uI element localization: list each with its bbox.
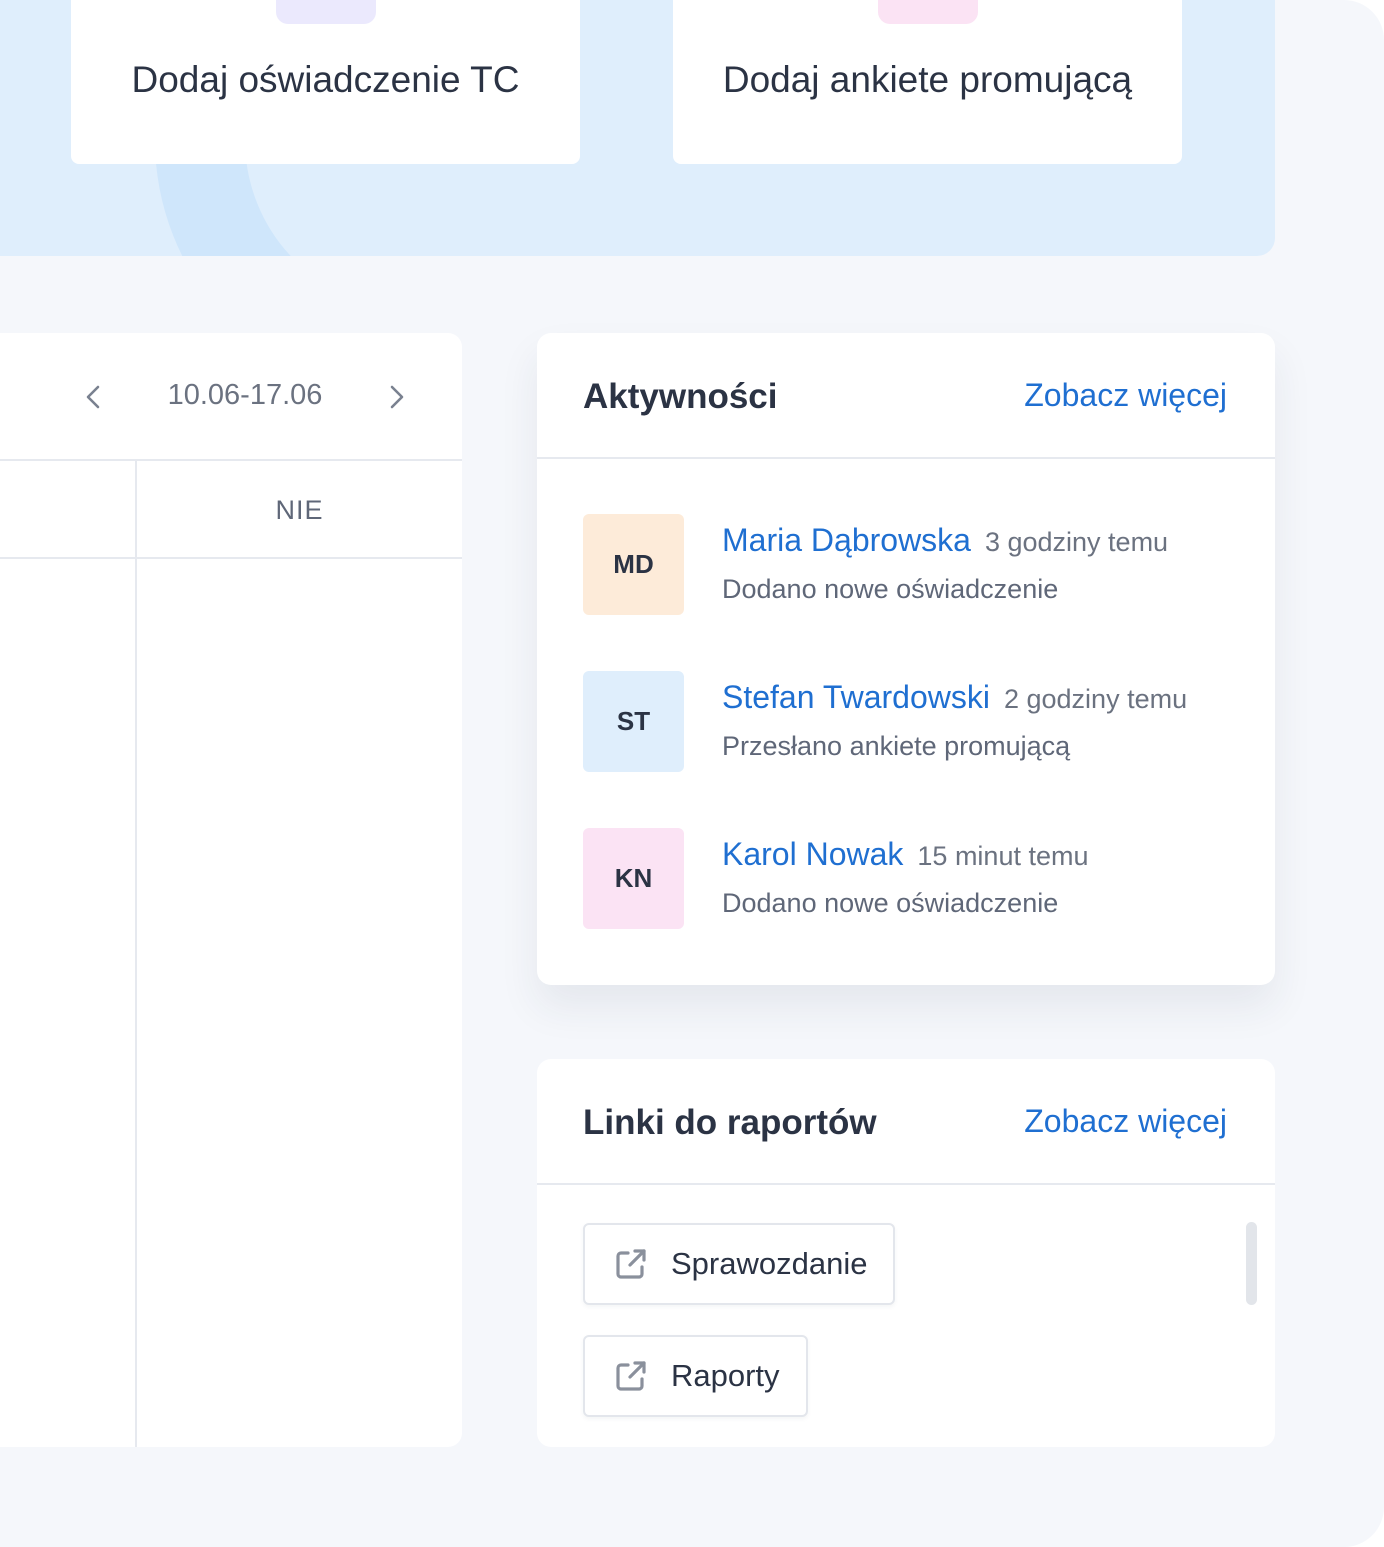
calendar-date-range: 10.06-17.06 <box>167 379 323 411</box>
activity-description: Dodano nowe oświadczenie <box>722 574 1059 604</box>
activity-user-name[interactable]: Karol Nowak <box>722 836 903 872</box>
dashboard: Dodaj oświadczenie TC Dodaj ankiete prom… <box>0 0 1384 1547</box>
activity-time: 15 minut temu <box>917 841 1089 871</box>
calendar-header-row: NIE <box>0 461 462 559</box>
activities-see-more-link[interactable]: Zobacz więcej <box>1024 377 1227 414</box>
activity-description: Przesłano ankiete promującą <box>722 731 1071 761</box>
activity-item: ST Stefan Twardowski 2 godziny temu Przes… <box>583 671 1243 773</box>
external-link-icon <box>616 1249 646 1279</box>
avatar: KN <box>583 828 684 929</box>
chevron-right-icon[interactable] <box>382 383 410 411</box>
day-column-header: NIE <box>275 495 324 525</box>
avatar: ST <box>583 671 684 772</box>
activities-header: Aktywności Zobacz więcej <box>537 333 1275 459</box>
report-links-title: Linki do raportów <box>583 1103 877 1142</box>
card-tab-decoration <box>877 0 978 24</box>
external-link-icon <box>616 1361 646 1391</box>
activity-item: KN Karol Nowak 15 minut temu Dodano nowe … <box>583 828 1243 930</box>
activity-user-name[interactable]: Maria Dąbrowska <box>722 522 971 558</box>
activities-title: Aktywności <box>583 377 778 416</box>
activity-description: Dodano nowe oświadczenie <box>722 888 1059 918</box>
calendar-navigation: 10.06-17.06 <box>0 333 462 461</box>
calendar-column-divider <box>135 461 137 1447</box>
add-survey-label: Dodaj ankiete promującą <box>722 59 1133 100</box>
activities-panel: Aktywności Zobacz więcej MD Maria Dąbrow… <box>537 333 1275 985</box>
report-link-label: Raporty <box>671 1358 780 1393</box>
report-links-header: Linki do raportów Zobacz więcej <box>537 1059 1275 1185</box>
report-links-scrollbar[interactable] <box>1246 1222 1257 1305</box>
week-calendar: 10.06-17.06 NIE <box>0 333 462 1447</box>
report-link-sprawozdanie[interactable]: Sprawozdanie <box>583 1223 896 1305</box>
add-survey-card[interactable]: Dodaj ankiete promującą <box>673 0 1182 164</box>
activity-user-name[interactable]: Stefan Twardowski <box>722 679 990 715</box>
avatar: MD <box>583 514 684 615</box>
report-links-panel: Linki do raportów Zobacz więcej Sprawozd… <box>537 1059 1275 1447</box>
report-link-raporty[interactable]: Raporty <box>583 1335 808 1417</box>
add-tc-statement-label: Dodaj oświadczenie TC <box>131 59 520 100</box>
activity-time: 2 godziny temu <box>1003 684 1188 714</box>
activity-item: MD Maria Dąbrowska 3 godziny temu Dodano … <box>583 514 1243 616</box>
chevron-left-icon[interactable] <box>80 383 108 411</box>
report-link-label: Sprawozdanie <box>671 1246 868 1281</box>
report-links-see-more-link[interactable]: Zobacz więcej <box>1024 1103 1227 1140</box>
add-tc-statement-card[interactable]: Dodaj oświadczenie TC <box>71 0 580 164</box>
top-banner: Dodaj oświadczenie TC Dodaj ankiete prom… <box>0 0 1275 256</box>
activity-time: 3 godziny temu <box>984 527 1169 557</box>
card-tab-decoration <box>275 0 376 24</box>
